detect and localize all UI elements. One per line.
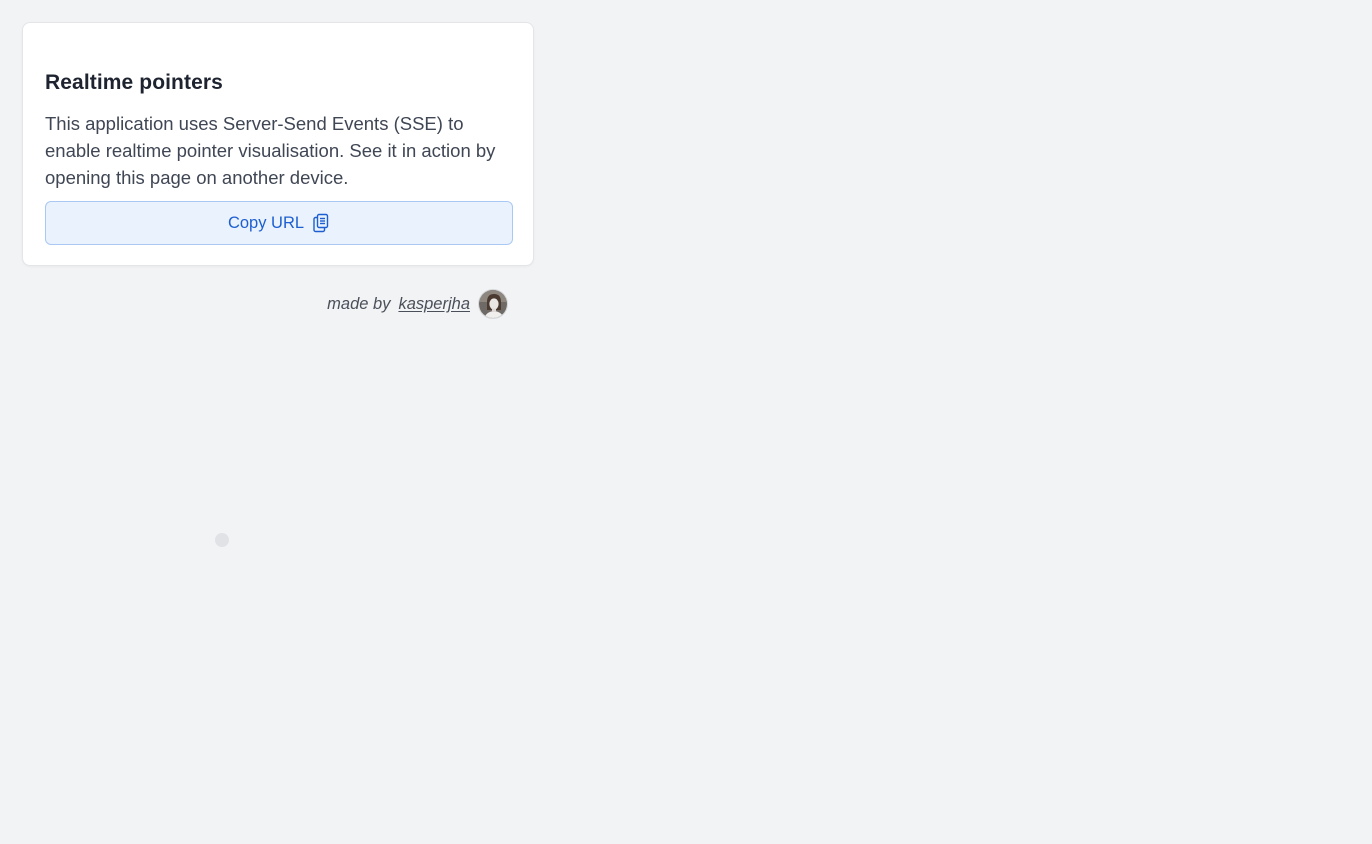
avatar[interactable] xyxy=(478,289,508,319)
clipboard-copy-icon xyxy=(312,213,330,233)
author-link[interactable]: kasperjha xyxy=(398,295,470,314)
copy-url-button[interactable]: Copy URL xyxy=(45,201,513,245)
card-description: This application uses Server-Send Events… xyxy=(45,113,496,188)
author-credit: made by kasperjha xyxy=(327,289,508,319)
copy-url-label: Copy URL xyxy=(227,213,305,232)
card-title: Realtime pointers xyxy=(45,71,223,94)
remote-pointer-dot xyxy=(215,533,229,547)
credit-prefix: made by xyxy=(327,294,391,313)
info-card: Realtime pointers This application uses … xyxy=(22,22,534,266)
